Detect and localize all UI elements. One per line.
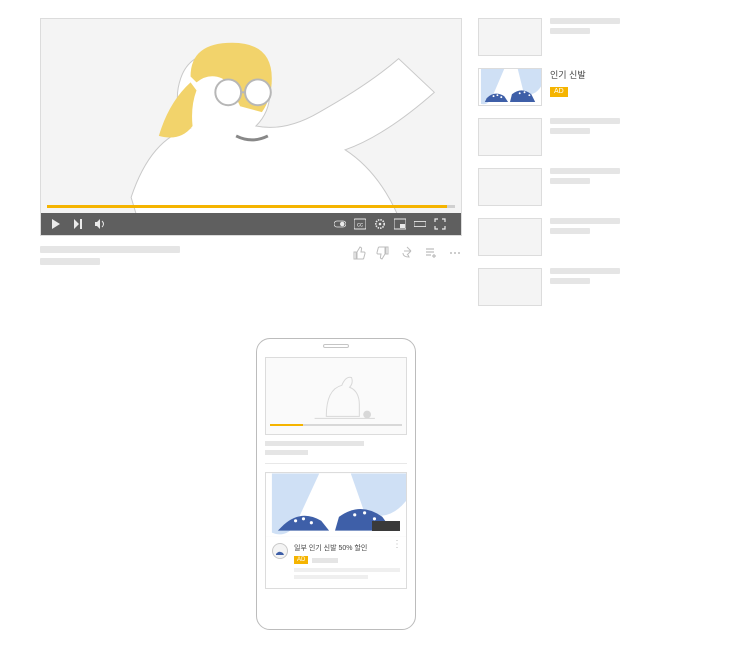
ad-body-placeholder <box>294 568 400 572</box>
theater-icon[interactable] <box>413 218 427 230</box>
sidebar-thumb <box>478 118 542 156</box>
thumbs-up-icon[interactable] <box>352 246 366 260</box>
advertiser-name-placeholder <box>312 558 338 563</box>
ad-body-placeholder <box>294 575 368 579</box>
mobile-ad-headline: 일부 인기 신발 50% 할인 <box>294 543 400 553</box>
sidebar-thumb <box>478 168 542 206</box>
video-player[interactable]: cc <box>40 18 462 236</box>
sidebar-ad-title: 인기 신발 <box>550 68 654 81</box>
share-icon[interactable] <box>400 246 414 260</box>
save-playlist-icon[interactable] <box>424 246 438 260</box>
mobile-ad-image <box>266 473 406 537</box>
player-controls: cc <box>41 213 461 235</box>
mobile-progress-bar[interactable] <box>270 424 402 426</box>
mobile-ad-cta-button[interactable] <box>372 521 400 531</box>
sidebar-item[interactable] <box>478 218 654 256</box>
video-actions <box>352 246 462 260</box>
settings-gear-icon[interactable] <box>373 218 387 230</box>
ad-badge: AD <box>294 556 308 564</box>
phone-speaker <box>323 344 349 348</box>
divider <box>265 463 407 464</box>
thumbs-down-icon[interactable] <box>376 246 390 260</box>
below-player <box>40 246 462 270</box>
player-illustration-woman <box>41 19 461 235</box>
advertiser-avatar <box>272 543 288 559</box>
progress-bar[interactable] <box>47 205 455 208</box>
mobile-video-title-placeholder <box>265 441 407 455</box>
ad-badge: AD <box>550 87 568 97</box>
mobile-player-illustration-dog <box>266 358 406 434</box>
video-title-placeholder <box>40 246 352 270</box>
next-icon[interactable] <box>71 218 85 230</box>
sidebar-thumb <box>478 268 542 306</box>
video-sidebar: 인기 신발 AD <box>478 18 654 318</box>
mobile-video-player[interactable] <box>265 357 407 435</box>
captions-icon[interactable]: cc <box>353 218 367 230</box>
fullscreen-icon[interactable] <box>433 218 447 230</box>
play-icon[interactable] <box>49 218 63 230</box>
sidebar-thumb <box>478 218 542 256</box>
volume-icon[interactable] <box>93 218 107 230</box>
sidebar-item[interactable] <box>478 268 654 306</box>
sidebar-ad-item[interactable]: 인기 신발 AD <box>478 68 654 106</box>
autoplay-toggle-icon[interactable] <box>333 218 347 230</box>
more-icon[interactable] <box>448 246 462 260</box>
mobile-ad-card[interactable]: 일부 인기 신발 50% 할인 AD ⋮ <box>265 472 407 589</box>
mobile-ad-more-icon[interactable]: ⋮ <box>392 543 402 547</box>
sidebar-item[interactable] <box>478 18 654 56</box>
sidebar-ad-thumb <box>478 68 542 106</box>
sidebar-item[interactable] <box>478 168 654 206</box>
desktop-layout: cc <box>40 18 654 318</box>
sidebar-item[interactable] <box>478 118 654 156</box>
svg-text:cc: cc <box>357 223 363 229</box>
sidebar-thumb <box>478 18 542 56</box>
miniplayer-icon[interactable] <box>393 218 407 230</box>
mobile-device-frame: 일부 인기 신발 50% 할인 AD ⋮ <box>256 338 416 630</box>
